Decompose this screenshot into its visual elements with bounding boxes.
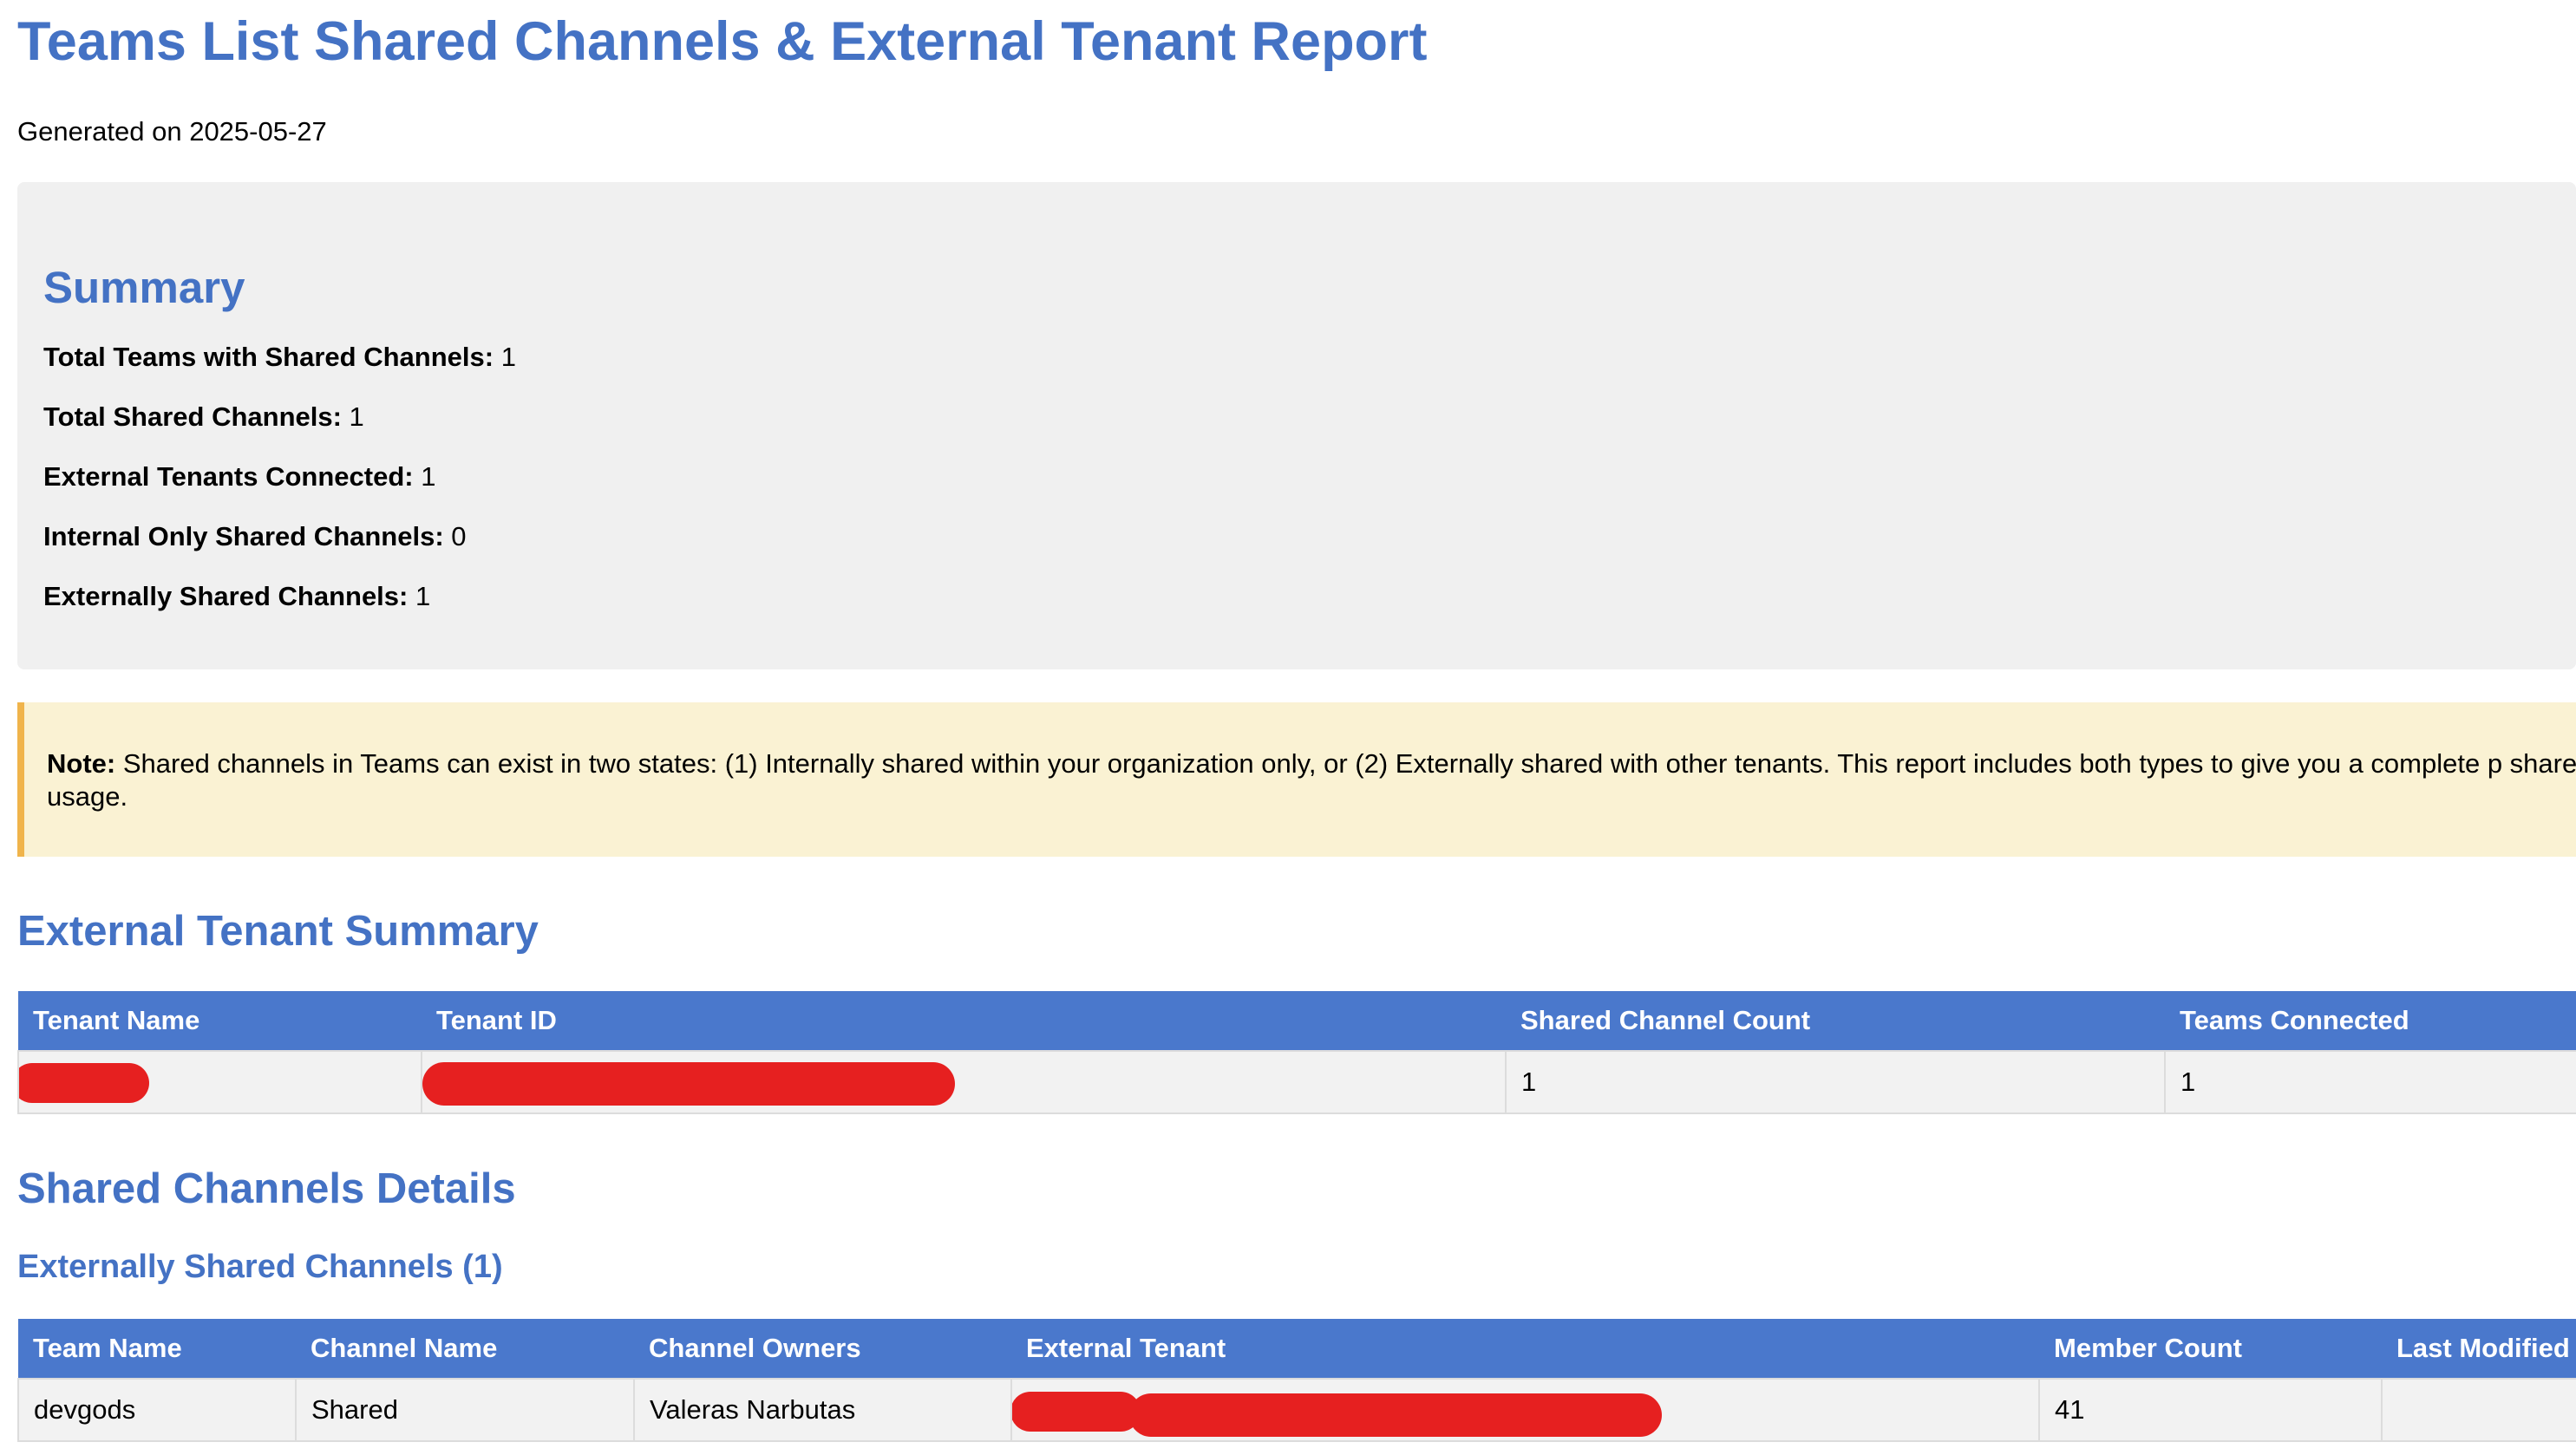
column-header-channel-name[interactable]: Channel Name xyxy=(296,1319,634,1379)
column-header-shared-channel-count[interactable]: Shared Channel Count xyxy=(1506,991,2165,1051)
tenant-summary-table: Tenant Name Tenant ID Shared Channel Cou… xyxy=(17,991,2576,1114)
summary-label: Total Shared Channels: xyxy=(43,401,342,432)
column-header-external-tenant[interactable]: External Tenant xyxy=(1011,1319,2039,1379)
note-callout: Note: Shared channels in Teams can exist… xyxy=(17,702,2576,857)
channel-name-cell: Shared xyxy=(295,1378,635,1442)
summary-internal-only: Internal Only Shared Channels: 0 xyxy=(43,521,467,552)
table-header-row: Team Name Channel Name Channel Owners Ex… xyxy=(18,1319,2576,1379)
externally-shared-subheading: Externally Shared Channels (1) xyxy=(17,1249,503,1285)
tenant-summary-heading: External Tenant Summary xyxy=(17,908,539,955)
redaction-mark xyxy=(20,1063,149,1103)
redaction-mark xyxy=(423,1062,955,1106)
summary-value: 0 xyxy=(451,521,467,551)
shared-channels-details-heading: Shared Channels Details xyxy=(17,1165,516,1212)
summary-label: External Tenants Connected: xyxy=(43,461,414,492)
shared-channels-table: Team Name Channel Name Channel Owners Ex… xyxy=(17,1319,2576,1442)
summary-value: 1 xyxy=(421,461,436,492)
summary-value: 1 xyxy=(415,581,431,611)
member-count-cell: 41 xyxy=(2038,1378,2383,1442)
summary-value: 1 xyxy=(349,401,364,432)
channel-owners-cell: Valeras Narbutas xyxy=(633,1378,1012,1442)
column-header-channel-owners[interactable]: Channel Owners xyxy=(634,1319,1011,1379)
table-header-row: Tenant Name Tenant ID Shared Channel Cou… xyxy=(18,991,2576,1051)
table-row: 1 1 xyxy=(17,1050,2576,1114)
column-header-teams-connected[interactable]: Teams Connected xyxy=(2165,991,2576,1051)
column-header-team-name[interactable]: Team Name xyxy=(18,1319,296,1379)
note-text: Note: Shared channels in Teams can exist… xyxy=(47,747,2576,813)
redaction-mark xyxy=(1013,1392,1141,1432)
summary-label: Total Teams with Shared Channels: xyxy=(43,342,494,372)
note-body: Shared channels in Teams can exist in tw… xyxy=(47,748,2576,812)
summary-panel: Summary Total Teams with Shared Channels… xyxy=(17,182,2576,669)
report-title: Teams List Shared Channels & External Te… xyxy=(17,11,1428,72)
table-row: devgods Shared Valeras Narbutas 41 xyxy=(17,1378,2576,1442)
summary-total-teams: Total Teams with Shared Channels: 1 xyxy=(43,342,516,373)
teams-connected-cell: 1 xyxy=(2164,1050,2576,1114)
shared-channel-count-cell: 1 xyxy=(1505,1050,2166,1114)
generated-date: Generated on 2025-05-27 xyxy=(17,116,327,147)
team-name-cell: devgods xyxy=(17,1378,297,1442)
note-label: Note: xyxy=(47,748,116,779)
summary-label: Internal Only Shared Channels: xyxy=(43,521,444,551)
column-header-last-modified[interactable]: Last Modified xyxy=(2382,1319,2576,1379)
column-header-member-count[interactable]: Member Count xyxy=(2039,1319,2382,1379)
redaction-mark xyxy=(1129,1393,1662,1437)
last-modified-cell xyxy=(2381,1378,2576,1442)
column-header-tenant-name[interactable]: Tenant Name xyxy=(18,991,422,1051)
summary-heading: Summary xyxy=(43,263,245,312)
summary-label: Externally Shared Channels: xyxy=(43,581,409,611)
tenant-id-cell xyxy=(421,1050,1507,1114)
summary-value: 1 xyxy=(500,342,516,372)
external-tenant-cell xyxy=(1010,1378,2040,1442)
summary-total-shared-channels: Total Shared Channels: 1 xyxy=(43,401,364,433)
column-header-tenant-id[interactable]: Tenant ID xyxy=(422,991,1506,1051)
summary-external-tenants: External Tenants Connected: 1 xyxy=(43,461,436,493)
tenant-name-cell xyxy=(17,1050,422,1114)
summary-externally-shared: Externally Shared Channels: 1 xyxy=(43,581,430,612)
